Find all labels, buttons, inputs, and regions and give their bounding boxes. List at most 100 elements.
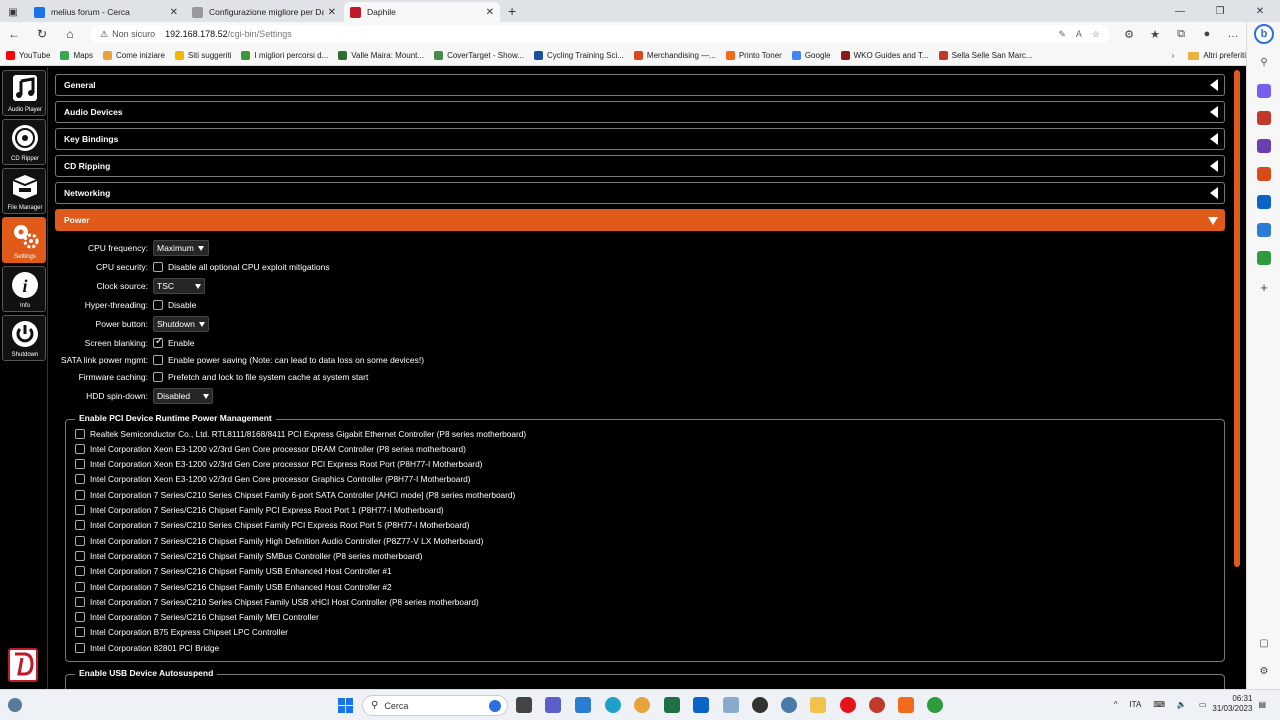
close-window-icon[interactable]: ✕ [1240,6,1280,17]
settings-gear-icon[interactable]: ⚙ [1257,665,1271,679]
browser-tab[interactable]: melius forum - Cerca ✕ [28,2,184,22]
excel-icon[interactable] [664,697,680,713]
pci-device-checkbox[interactable] [75,428,85,439]
pci-device-checkbox[interactable] [75,550,85,561]
pci-device-checkbox[interactable] [75,459,85,470]
pci-device-checkbox[interactable] [75,566,85,577]
hyper-threading-checkbox[interactable] [153,300,163,310]
start-button[interactable] [338,698,353,713]
pci-device-checkbox[interactable] [75,520,85,531]
tab-actions-icon[interactable]: ▣ [0,2,26,22]
pci-device-checkbox[interactable] [75,627,85,638]
cpu-security-checkbox[interactable] [153,262,163,272]
bookmark-siti-suggeriti[interactable]: Siti suggeriti [174,51,231,60]
pci-device-checkbox[interactable] [75,581,85,592]
opera-icon[interactable] [840,697,856,713]
section-key-bindings[interactable]: Key Bindings [55,128,1225,150]
scrollbar-thumb[interactable] [1234,70,1240,567]
pci-device-checkbox[interactable] [75,489,85,500]
search-icon[interactable]: ⚲ [1257,56,1271,70]
section-general[interactable]: General [55,74,1225,96]
favorites-icon[interactable]: ★ [1142,28,1168,41]
minimize-icon[interactable]: — [1160,6,1200,17]
restore-icon[interactable]: ❐ [1200,6,1240,17]
app-icon[interactable] [898,697,914,713]
firmware-caching-checkbox[interactable] [153,372,163,382]
split-view-icon[interactable]: ▢ [1257,637,1271,651]
bookmark-come-iniziare[interactable]: Come iniziare [103,51,165,60]
app-icon[interactable] [723,697,739,713]
new-tab-button[interactable]: + [500,2,524,22]
favorite-star-icon[interactable]: ☆ [1092,29,1100,40]
address-bar[interactable]: ⚠ Non sicuro 192.168.178.52/cgi-bin/Sett… [90,25,1110,43]
section-networking[interactable]: Networking [55,182,1225,204]
screen-blanking-checkbox[interactable] [153,336,163,348]
bing-icon[interactable]: b [1254,24,1274,44]
clock[interactable]: 06:31 31/03/2023 [1212,694,1252,714]
pci-device-checkbox[interactable] [75,505,85,515]
add-icon[interactable]: + [1257,281,1271,295]
close-icon[interactable]: ✕ [486,7,494,18]
reload-icon[interactable]: ↻ [28,27,56,41]
browser-tab[interactable]: Configurazione migliore per Dap ✕ [186,2,342,22]
bookmark-percorsi[interactable]: I migliori percorsi d... [241,51,328,60]
sata-link-checkbox[interactable] [153,355,163,365]
section-power[interactable]: Power [55,209,1225,231]
chevron-up-icon[interactable]: ^ [1114,700,1118,709]
weather-icon[interactable] [8,698,22,712]
torrent-icon[interactable] [927,697,943,713]
cpu-frequency-select[interactable]: Maximum [153,240,209,256]
file-explorer-icon[interactable] [810,697,826,713]
more-icon[interactable]: … [1220,28,1246,40]
collections-icon[interactable]: ⧉ [1168,28,1194,41]
alien-icon[interactable] [752,697,768,713]
section-cd-ripping[interactable]: CD Ripping [55,155,1225,177]
app-icon[interactable] [869,697,885,713]
chess-icon[interactable] [1257,139,1271,153]
language-indicator[interactable]: ITA [1129,700,1141,709]
hdd-spin-down-select[interactable]: Disabled [153,388,213,404]
network-icon[interactable]: ⌨ [1153,700,1165,709]
network-app-icon[interactable] [781,697,797,713]
notifications-icon[interactable]: ▤ [1258,700,1266,709]
battery-icon[interactable]: ▭ [1199,700,1207,709]
nav-shutdown[interactable]: Shutdown [2,315,46,361]
pci-device-checkbox[interactable] [75,443,85,454]
browser-tab-active[interactable]: Daphile ✕ [344,2,500,22]
bookmark-maps[interactable]: Maps [60,51,93,60]
nav-audio-player[interactable]: Audio Player [2,70,46,116]
chrome-icon[interactable] [634,697,650,713]
office-icon[interactable] [1257,167,1271,181]
word-icon[interactable] [575,697,591,713]
pci-device-checkbox[interactable] [75,474,85,485]
nav-file-manager[interactable]: File Manager [2,168,46,214]
pci-device-checkbox[interactable] [75,642,85,653]
pen-icon[interactable]: ✎ [1058,29,1066,40]
briefcase-icon[interactable] [1257,111,1271,125]
tag-icon[interactable] [1257,84,1271,98]
bookmark-google[interactable]: Google [791,51,831,60]
bookmark-wko[interactable]: WKO Guides and T... [840,51,929,60]
taskbar-search[interactable]: ⚲ Cerca [362,695,508,716]
close-icon[interactable]: ✕ [328,7,336,18]
volume-icon[interactable]: 🔈 [1177,700,1187,709]
edge-icon[interactable] [605,697,621,713]
profile-icon[interactable]: ● [1194,28,1220,40]
pci-device-checkbox[interactable] [75,612,85,623]
bookmark-youtube[interactable]: YouTube [6,51,50,60]
page-scrollbar[interactable] [1233,67,1241,689]
bookmark-valle-maira[interactable]: Valle Maira: Mount... [338,51,424,60]
outlook-icon[interactable] [693,697,709,713]
section-audio-devices[interactable]: Audio Devices [55,101,1225,123]
chevron-right-icon[interactable]: › [1172,51,1175,60]
close-icon[interactable]: ✕ [170,7,178,18]
other-bookmarks[interactable]: › Altri preferiti [1172,51,1246,60]
nav-info[interactable]: i Info [2,266,46,312]
read-aloud-icon[interactable]: A [1076,29,1082,40]
extensions-icon[interactable]: ⚙ [1116,28,1142,41]
nav-cd-ripper[interactable]: CD Ripper [2,119,46,165]
word-icon[interactable] [1257,223,1271,237]
bookmark-printo[interactable]: Printo Toner [725,51,782,60]
clock-source-select[interactable]: TSC [153,278,205,294]
task-view-icon[interactable] [516,697,532,713]
